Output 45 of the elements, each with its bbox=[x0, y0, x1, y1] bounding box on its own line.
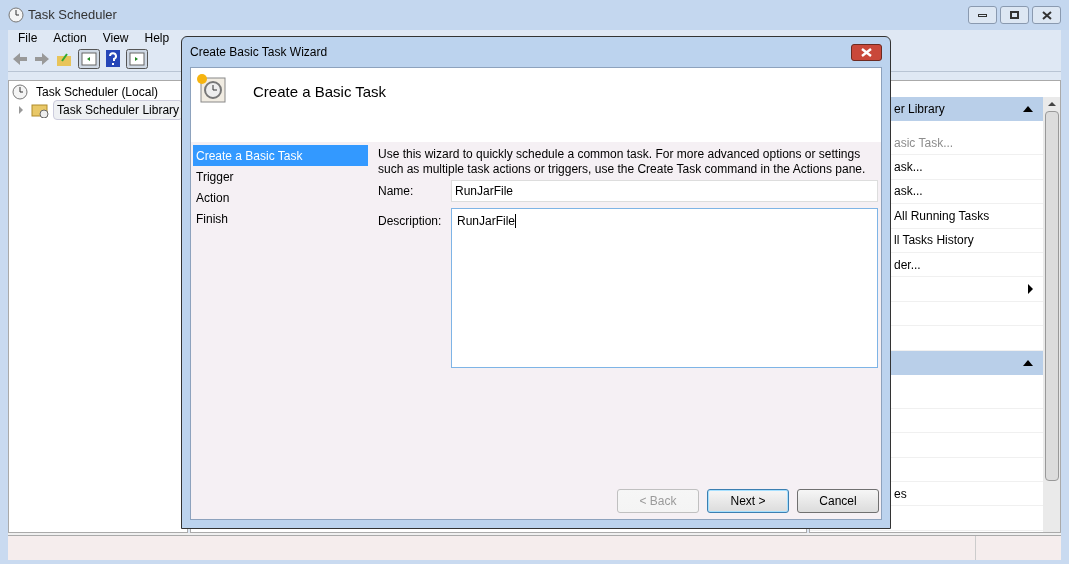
collapse-arrow-icon[interactable] bbox=[1023, 106, 1033, 112]
close-button[interactable] bbox=[851, 43, 882, 61]
field-label: Name: bbox=[378, 183, 415, 200]
close-icon bbox=[1041, 10, 1052, 20]
clock-icon bbox=[12, 84, 28, 100]
field-label: Description: bbox=[378, 213, 443, 230]
name-field[interactable]: RunJarFile bbox=[451, 180, 878, 202]
intro-text: Use this wizard to quickly schedule a common task. For more advanced options or settings such as multiple task actions or triggers, use the Create Task command in the Actions pane. bbox=[378, 147, 867, 177]
action-item[interactable]: ask... bbox=[894, 158, 923, 177]
wizard-step[interactable]: Trigger bbox=[193, 166, 368, 187]
help-icon[interactable] bbox=[106, 50, 120, 67]
task-clock-icon bbox=[195, 72, 227, 104]
scrollbar-thumb[interactable] bbox=[1044, 111, 1059, 481]
close-button[interactable] bbox=[1032, 6, 1061, 24]
wizard-button[interactable]: Cancel bbox=[797, 489, 879, 513]
menu-item[interactable]: View bbox=[102, 29, 129, 47]
action-item[interactable]: der... bbox=[894, 255, 921, 274]
action-item[interactable]: es bbox=[894, 484, 907, 503]
menu-item[interactable]: Help bbox=[144, 29, 170, 47]
tree-item[interactable]: Task Scheduler Library bbox=[53, 100, 184, 120]
clock-icon bbox=[8, 7, 24, 23]
dialog-title: Create Basic Task Wizard bbox=[190, 44, 328, 61]
folder-clock-icon bbox=[31, 102, 49, 118]
minimize-button[interactable] bbox=[968, 6, 997, 24]
wizard-heading: Create a Basic Task bbox=[253, 82, 387, 102]
close-icon bbox=[861, 47, 872, 57]
menu-item[interactable]: File bbox=[18, 29, 38, 47]
description-field[interactable]: RunJarFile bbox=[451, 208, 878, 368]
scrollbar[interactable] bbox=[1043, 97, 1060, 532]
tree-item[interactable]: Task Scheduler (Local) bbox=[32, 82, 163, 102]
expand-arrow-icon[interactable] bbox=[19, 106, 23, 114]
wizard-button[interactable]: Next > bbox=[707, 489, 789, 513]
action-item[interactable]: ll Tasks History bbox=[894, 231, 974, 250]
action-item[interactable]: ask... bbox=[894, 182, 923, 201]
pane-toggle-icon[interactable] bbox=[126, 48, 148, 69]
wizard-step[interactable]: Action bbox=[193, 187, 368, 208]
pane-toggle-icon[interactable] bbox=[78, 48, 100, 69]
action-item[interactable]: All Running Tasks bbox=[894, 206, 990, 225]
submenu-arrow-icon[interactable] bbox=[1028, 284, 1033, 295]
wizard-step[interactable]: Finish bbox=[193, 208, 368, 229]
collapse-arrow-icon[interactable] bbox=[1023, 359, 1033, 366]
restore-button[interactable] bbox=[1000, 6, 1029, 24]
scroll-up-arrow-icon[interactable] bbox=[1047, 102, 1056, 106]
menu-item[interactable]: Action bbox=[53, 29, 87, 47]
window-title: Task Scheduler bbox=[28, 6, 117, 25]
